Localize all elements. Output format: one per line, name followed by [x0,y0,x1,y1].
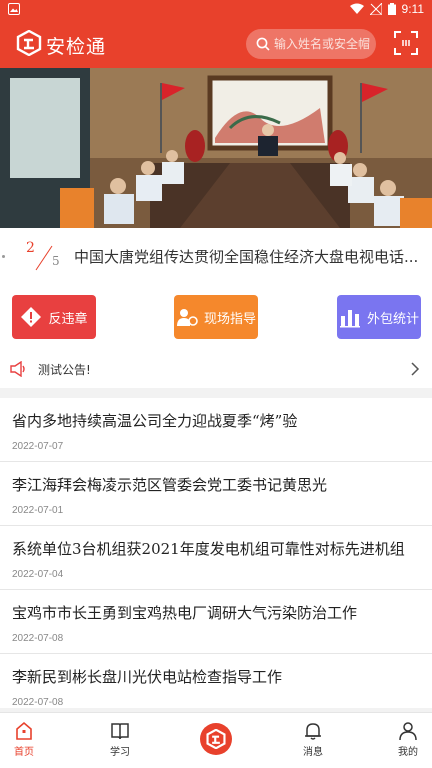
scan-icon[interactable] [394,31,418,55]
banner-image [0,68,432,228]
tab-center-logo[interactable] [200,723,232,755]
tab-mine[interactable]: 我的 [384,721,432,765]
onsite-guidance-button[interactable]: 现场指导 [174,295,258,339]
news-title: 系统单位3台机组获2021年度发电机组可靠性对标先进机组 [12,540,405,558]
home-icon [16,721,32,740]
tab-study[interactable]: 学习 [96,721,144,765]
status-bar: 9:11 [0,0,432,20]
app-logo-icon [16,30,42,56]
news-title: 宝鸡市市长王勇到宝鸡热电厂调研大气污染防治工作 [12,604,358,622]
news-item[interactable]: 李新民到彬长盘川光伏电站检查指导工作 2022-07-08 [0,654,432,708]
signal-icon [369,3,382,15]
outsourcing-stats-button[interactable]: 外包统计 [337,295,421,339]
prev-indicator-dot [2,255,5,258]
bar-chart-icon [339,310,360,328]
search-box[interactable] [246,29,376,59]
news-date: 2022-07-08 [12,697,64,708]
tab-messages-label: 消息 [303,747,323,758]
tab-home-label: 首页 [14,747,34,758]
news-list: 省内多地持续高温公司全力迎战夏季“烤”验 2022-07-07 李江海拜会梅凌示… [0,398,432,708]
news-date: 2022-07-08 [12,633,64,644]
user-icon [399,722,417,741]
search-icon [256,37,270,51]
news-item[interactable]: 省内多地持续高温公司全力迎战夏季“烤”验 2022-07-07 [0,398,432,462]
banner-carousel[interactable] [0,68,432,228]
news-title: 李新民到彬长盘川光伏电站检查指导工作 [12,668,283,686]
news-item[interactable]: 宝鸡市市长王勇到宝鸡热电厂调研大气污染防治工作 2022-07-08 [0,590,432,654]
shortcut-bar: 反违章 现场指导 外包统计 [0,286,432,350]
guide-icon [176,309,198,326]
anti-violation-button[interactable]: 反违章 [12,295,96,339]
news-date: 2022-07-04 [12,569,64,580]
search-input[interactable] [274,37,370,51]
wifi-icon [349,3,364,14]
tab-mine-label: 我的 [398,747,418,758]
banner-caption-row[interactable]: 2 5 中国大唐党组传达贯彻全国稳住经济大盘电视电话... [0,228,432,286]
announcement-text: 测试公告! [38,363,91,377]
status-time: 9:11 [401,2,424,16]
megaphone-icon [10,361,25,377]
onsite-guidance-label: 现场指导 [203,311,256,327]
tab-home[interactable]: 首页 [0,721,48,765]
news-item[interactable]: 系统单位3台机组获2021年度发电机组可靠性对标先进机组 2022-07-04 [0,526,432,590]
tab-messages[interactable]: 消息 [289,721,337,765]
news-date: 2022-07-07 [12,441,64,452]
news-date: 2022-07-01 [12,505,64,516]
anti-violation-label: 反违章 [48,311,88,327]
app-title: 安检通 [46,36,107,58]
banner-pager: 2 5 [14,240,64,274]
announcement-bar[interactable]: 测试公告! [0,350,432,388]
banner-total: 5 [52,254,60,268]
bottom-tab-bar: 首页 学习 消息 我的 [0,712,432,768]
battery-icon [387,3,396,15]
news-item[interactable]: 李江海拜会梅凌示范区管委会党工委书记黄思光 2022-07-01 [0,462,432,526]
warning-icon [21,307,42,327]
news-title: 省内多地持续高温公司全力迎战夏季“烤”验 [12,412,298,430]
image-notification-icon [8,3,20,15]
news-title: 李江海拜会梅凌示范区管委会党工委书记黄思光 [12,476,328,494]
bell-icon [305,723,321,740]
outsourcing-stats-label: 外包统计 [366,311,419,327]
tab-study-label: 学习 [110,747,130,758]
book-icon [111,723,129,740]
app-header: 安检通 [0,20,432,68]
chevron-right-icon [411,362,420,376]
banner-caption[interactable]: 中国大唐党组传达贯彻全国稳住经济大盘电视电话... [74,246,426,267]
app-logo-icon [206,729,226,749]
